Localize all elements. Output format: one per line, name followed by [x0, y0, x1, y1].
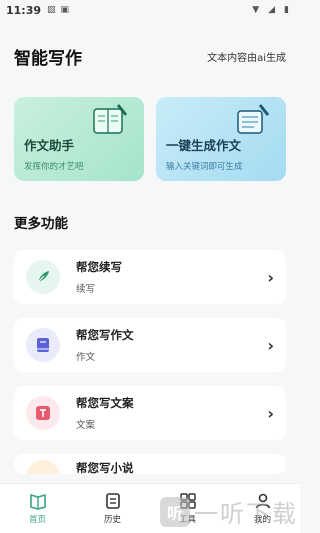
- text-doc-icon: [26, 396, 60, 430]
- notebook-pen-icon: [93, 104, 128, 134]
- battery-icon: ▮: [284, 5, 289, 15]
- nav-label: 首页: [28, 515, 46, 525]
- ai-disclaimer: 文本内容由ai生成: [207, 53, 286, 64]
- one-click-essay-card[interactable]: 一键生成作文 输入关键词即可生成: [156, 97, 286, 181]
- card-subtitle: 发挥你的才艺吧: [24, 162, 84, 172]
- feature-list: 帮您续写 续写 › 帮您写作文 作文 › 帮您写文案 文案 › 帮您写小说: [14, 250, 286, 488]
- feature-cards: 作文助手 发挥你的才艺吧 一键生成作文 输入关键词即可生成: [14, 97, 286, 181]
- status-bar: 11:39 ▨ ▣ ▼ ◢ ▮: [0, 0, 300, 20]
- wifi-icon: ▼: [252, 5, 260, 15]
- novel-icon: [26, 460, 60, 474]
- home-icon: [29, 493, 46, 510]
- list-item-continue-writing[interactable]: 帮您续写 续写 ›: [14, 250, 286, 304]
- signal-icon: ◢: [268, 5, 276, 15]
- item-title: 帮您写文案: [76, 396, 134, 410]
- history-icon: [105, 493, 120, 509]
- book-icon: [26, 328, 60, 362]
- item-title: 帮您续写: [76, 260, 122, 274]
- nav-tools[interactable]: 工具: [150, 484, 225, 533]
- page-title: 智能写作: [14, 49, 82, 69]
- nav-label: 我的: [253, 515, 271, 525]
- list-item-write-novel[interactable]: 帮您写小说: [14, 454, 286, 474]
- item-subtitle: 作文: [76, 352, 96, 363]
- tools-icon: [179, 493, 196, 509]
- item-subtitle: 文案: [76, 420, 96, 431]
- nav-history[interactable]: 历史: [75, 484, 150, 533]
- more-features-title: 更多功能: [14, 216, 68, 232]
- profile-icon: [255, 493, 270, 509]
- item-subtitle: 续写: [76, 284, 96, 295]
- nav-profile[interactable]: 我的: [225, 484, 300, 533]
- image-icon: ▣: [60, 5, 70, 15]
- list-item-write-copy[interactable]: 帮您写文案 文案 ›: [14, 386, 286, 440]
- essay-assistant-card[interactable]: 作文助手 发挥你的才艺吧: [14, 97, 144, 181]
- chevron-right-icon: ›: [267, 335, 274, 355]
- card-title: 一键生成作文: [166, 138, 242, 153]
- chevron-right-icon: ›: [267, 403, 274, 423]
- status-time: 11:39: [6, 3, 42, 17]
- page-header: 智能写作 文本内容由ai生成: [14, 44, 286, 69]
- list-item-write-essay[interactable]: 帮您写作文 作文 ›: [14, 318, 286, 372]
- card-title: 作文助手: [24, 138, 75, 153]
- item-title: 帮您写小说: [76, 461, 134, 474]
- scroll-pen-icon: [237, 104, 270, 134]
- card-subtitle: 输入关键词即可生成: [166, 162, 243, 172]
- nav-home[interactable]: 首页: [0, 484, 75, 533]
- gallery-icon: ▨: [47, 5, 56, 15]
- nav-label: 工具: [178, 515, 196, 525]
- bottom-nav: 首页 历史 工具 我的: [0, 483, 300, 533]
- chevron-right-icon: ›: [267, 267, 274, 287]
- feather-icon: [26, 260, 60, 294]
- item-title: 帮您写作文: [76, 328, 134, 342]
- nav-label: 历史: [103, 515, 121, 525]
